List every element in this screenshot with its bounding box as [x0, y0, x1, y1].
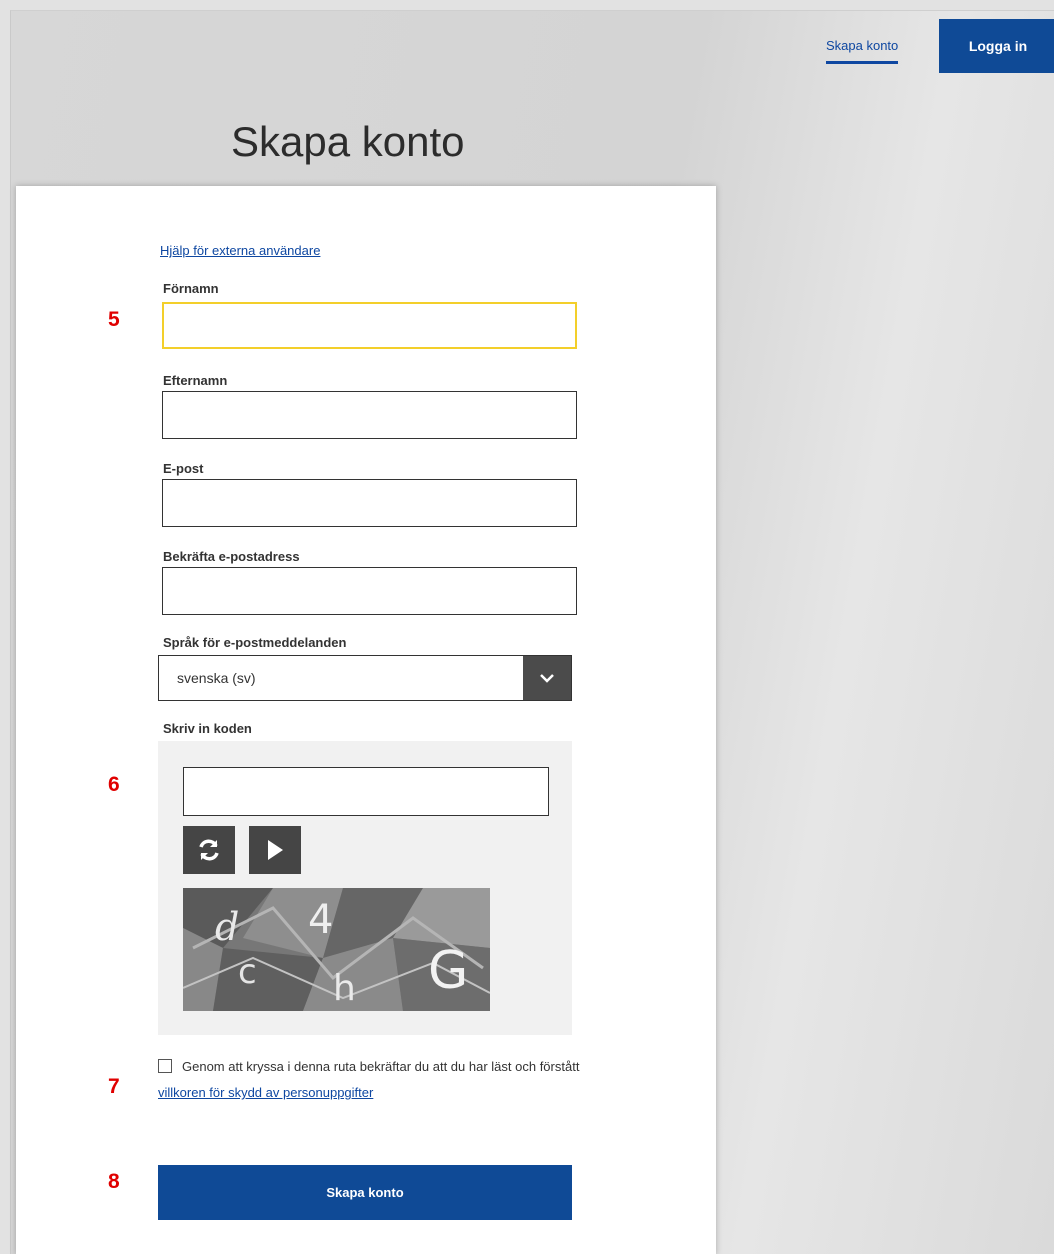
- svg-text:d: d: [215, 905, 239, 949]
- privacy-terms-link[interactable]: villkoren för skydd av personuppgifter: [158, 1085, 373, 1100]
- chevron-down-icon[interactable]: [523, 656, 571, 700]
- captcha-label: Skriv in koden: [163, 721, 252, 736]
- annotation-marker: 6: [108, 773, 120, 796]
- language-label: Språk för e-postmeddelanden: [163, 635, 347, 650]
- captcha-input[interactable]: [183, 767, 549, 816]
- first-name-label: Förnamn: [163, 281, 219, 296]
- annotation-marker: 5: [108, 308, 120, 331]
- consent-block: Genom att kryssa i denna ruta bekräftar …: [158, 1054, 588, 1106]
- language-select[interactable]: svenska (sv): [158, 655, 572, 701]
- confirm-email-input[interactable]: [162, 567, 577, 615]
- confirm-email-label: Bekräfta e-postadress: [163, 549, 300, 564]
- email-input[interactable]: [162, 479, 577, 527]
- first-name-input[interactable]: [162, 302, 577, 349]
- svg-text:c: c: [238, 952, 257, 992]
- consent-text: Genom att kryssa i denna ruta bekräftar …: [182, 1059, 580, 1074]
- page-title: Skapa konto: [231, 118, 465, 165]
- help-link[interactable]: Hjälp för externa användare: [160, 243, 320, 258]
- play-icon[interactable]: [249, 826, 301, 874]
- registration-card: Hjälp för externa användare Förnamn Efte…: [16, 186, 716, 1254]
- page-background: Skapa konto Logga in Skapa konto Hjälp f…: [10, 10, 1054, 1254]
- email-label: E-post: [163, 461, 204, 476]
- refresh-icon[interactable]: [183, 826, 235, 874]
- annotation-marker: 8: [108, 1170, 120, 1193]
- language-select-value: svenska (sv): [177, 670, 256, 686]
- annotation-marker: 7: [108, 1075, 120, 1098]
- svg-text:h: h: [333, 968, 356, 1009]
- captcha-panel: d 4 c h G: [158, 741, 572, 1035]
- last-name-label: Efternamn: [163, 373, 228, 388]
- login-button[interactable]: Logga in: [939, 19, 1054, 73]
- captcha-image: d 4 c h G: [182, 888, 491, 1011]
- consent-checkbox[interactable]: [158, 1059, 172, 1073]
- create-account-link[interactable]: Skapa konto: [826, 38, 899, 64]
- last-name-input[interactable]: [162, 391, 577, 439]
- svg-text:4: 4: [308, 897, 333, 943]
- submit-button[interactable]: Skapa konto: [158, 1165, 572, 1220]
- svg-text:G: G: [428, 941, 468, 1001]
